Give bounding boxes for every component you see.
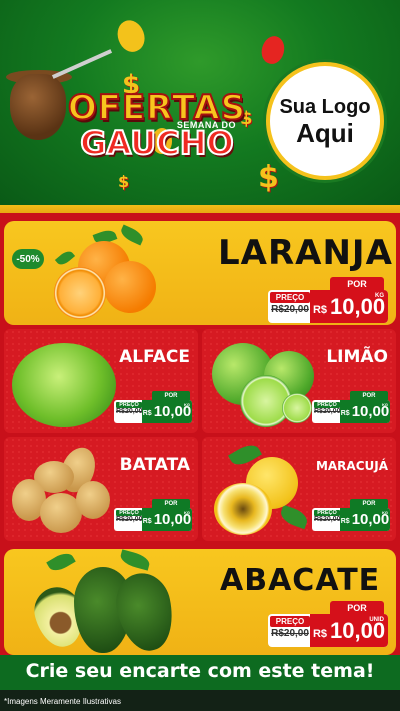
price-tag: POR PREÇO R$20,00 R$ 10,00 KG — [312, 499, 390, 531]
price-unit: KG — [184, 402, 190, 407]
dollar-icon: $ — [118, 172, 130, 191]
price-unit: KG — [375, 293, 384, 299]
balloon-yellow — [113, 16, 149, 56]
product-name: ABACATE — [220, 563, 381, 598]
campaign-title: OFERTAS SEMANA DO GAUCHO — [62, 90, 252, 162]
old-price: R$20,00 — [314, 408, 341, 415]
logo-line2: Aqui — [296, 117, 354, 148]
product-name: BATATA — [119, 455, 190, 475]
product-card-abacate[interactable]: ABACATE POR PREÇO R$20,00 R$ 10,00 UNID — [4, 549, 396, 656]
orange-image — [48, 224, 168, 325]
old-price: R$20,00 — [271, 304, 309, 315]
old-price: R$20,00 — [116, 408, 143, 415]
old-price: R$20,00 — [314, 516, 341, 523]
por-label: POR — [330, 601, 384, 615]
price-tag: POR PREÇO R$20,00 R$ 10,00 UNID — [268, 601, 388, 647]
currency: R$ — [340, 410, 350, 417]
preco-label: PREÇO — [270, 292, 310, 303]
product-card-laranja[interactable]: -50% LARANJA POR PREÇO R$20,00 R$ 10,00 … — [4, 221, 396, 325]
product-card-batata[interactable]: BATATA POR PREÇO R$20,00 R$ 10,00 KG — [4, 437, 198, 541]
price-unit: KG — [382, 510, 388, 515]
passion-fruit-image — [210, 440, 318, 537]
price-tag: POR PREÇO R$20,00 R$ 10,00 KG — [312, 391, 390, 423]
header-banner: $ $ $ $ OFERTAS SEMANA DO GAUCHO Sua Log… — [0, 0, 400, 205]
avocado-image — [29, 549, 184, 656]
product-name: MARACUJÁ — [315, 459, 388, 473]
cta-text[interactable]: Crie seu encarte com este tema! — [0, 660, 400, 682]
dollar-icon: $ — [258, 160, 279, 195]
chimarrao-gourd-icon — [10, 74, 66, 140]
por-label: POR — [330, 277, 384, 291]
logo-placeholder[interactable]: Sua Logo Aqui — [266, 62, 384, 180]
old-price: R$20,00 — [116, 516, 143, 523]
potato-image — [10, 442, 122, 537]
price-tag: POR PREÇO R$20,00 R$ 10,00 KG — [114, 391, 192, 423]
title-gaucho: GAUCHO — [79, 124, 235, 162]
product-name: LARANJA — [218, 233, 393, 273]
discount-badge: -50% — [12, 249, 44, 269]
currency: R$ — [142, 410, 152, 417]
disclaimer-text: *Imagens Meramente Ilustrativas — [4, 697, 121, 706]
lettuce-image — [8, 335, 118, 427]
price-tag: POR PREÇO R$20,00 R$ 10,00 KG — [114, 499, 192, 531]
price-unit: KG — [382, 402, 388, 407]
currency: R$ — [142, 518, 152, 525]
preco-label: PREÇO — [270, 616, 310, 627]
logo-line1: Sua Logo — [279, 95, 371, 118]
balloon-red — [258, 33, 288, 67]
offers-panel: -50% LARANJA POR PREÇO R$20,00 R$ 10,00 … — [0, 205, 400, 657]
currency: R$ — [312, 303, 327, 316]
product-card-limao[interactable]: LIMÃO POR PREÇO R$20,00 R$ 10,00 KG — [202, 329, 396, 433]
currency: R$ — [312, 627, 327, 640]
product-card-alface[interactable]: ALFACE POR PREÇO R$20,00 R$ 10,00 KG — [4, 329, 198, 433]
price-unit: UNID — [369, 617, 384, 623]
lime-image — [206, 335, 320, 429]
price-tag: POR PREÇO R$20,00 R$ 10,00 KG — [268, 277, 388, 323]
product-card-maracuja[interactable]: MARACUJÁ POR PREÇO R$20,00 R$ 10,00 KG — [202, 437, 396, 541]
product-name: LIMÃO — [326, 347, 388, 367]
product-name: ALFACE — [119, 347, 190, 367]
price-unit: KG — [184, 510, 190, 515]
chimarrao-straw — [51, 49, 113, 79]
old-price: R$20,00 — [271, 628, 309, 639]
currency: R$ — [340, 518, 350, 525]
